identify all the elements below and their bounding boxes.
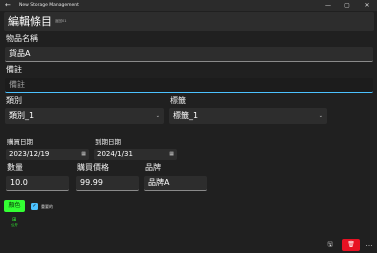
chevron-down-icon: ⌄ — [318, 113, 323, 119]
notes-placeholder: 備註 — [9, 80, 25, 89]
brand-input[interactable]: 品牌A — [144, 176, 207, 191]
page-subtitle: 返回01 — [55, 19, 67, 23]
page-title: 編輯條目 — [8, 15, 52, 28]
calendar-icon: ▦ — [169, 151, 174, 157]
minimize-icon[interactable]: — — [321, 0, 335, 11]
tag-select[interactable]: 標籤_1 ⌄ — [169, 108, 327, 124]
expiry-date-picker[interactable]: 2024/1/31 ▦ — [94, 149, 177, 160]
expiry-date-label: 到期日期 — [95, 138, 121, 146]
notes-label: 備註 — [6, 65, 22, 74]
delete-button[interactable]: 🗑 — [342, 239, 360, 251]
calendar-icon: ▦ — [81, 151, 86, 157]
item-name-label: 物品名稱 — [6, 34, 38, 43]
category-label: 類別 — [6, 96, 22, 105]
more-options-icon[interactable]: … — [364, 240, 374, 250]
brand-label: 品牌 — [145, 163, 161, 172]
window-title: New Storage Management — [19, 3, 79, 8]
back-arrow-icon[interactable]: ← — [5, 0, 11, 11]
important-checkbox[interactable]: ✓ — [31, 203, 38, 210]
save-icon[interactable]: 🖫 — [325, 240, 335, 250]
price-input[interactable]: 99.99 — [76, 176, 139, 191]
title-bar: ← New Storage Management — ▢ ✕ — [0, 0, 377, 11]
category-select[interactable]: 類別_1 ⌄ — [5, 108, 164, 124]
expiry-date-value: 2024/1/31 — [97, 150, 133, 158]
purchase-date-label: 購買日期 — [7, 138, 33, 146]
tag-value: 標籤_1 — [173, 111, 199, 120]
important-label: 重要的 — [41, 204, 53, 209]
color-button[interactable]: 顏色 — [4, 200, 25, 212]
close-icon[interactable]: ✕ — [360, 0, 374, 11]
maximize-icon[interactable]: ▢ — [340, 0, 354, 11]
item-type-label: 公斤 — [11, 223, 18, 227]
purchase-date-picker[interactable]: 2023/12/19 ▦ — [6, 149, 89, 160]
quantity-label: 數量 — [7, 163, 23, 172]
notes-input[interactable]: 備註 — [5, 78, 373, 93]
price-label: 購買價格 — [77, 163, 109, 172]
chevron-down-icon: ⌄ — [155, 113, 160, 119]
page-title-field: 編輯條目 返回01 — [4, 12, 374, 31]
tag-label: 標籤 — [170, 96, 186, 105]
category-value: 類別_1 — [9, 111, 35, 120]
item-name-input[interactable]: 貨品A — [5, 47, 373, 62]
purchase-date-value: 2023/12/19 — [9, 150, 50, 158]
quantity-input[interactable]: 10.0 — [6, 176, 69, 191]
trash-icon: 🗑 — [347, 241, 355, 248]
